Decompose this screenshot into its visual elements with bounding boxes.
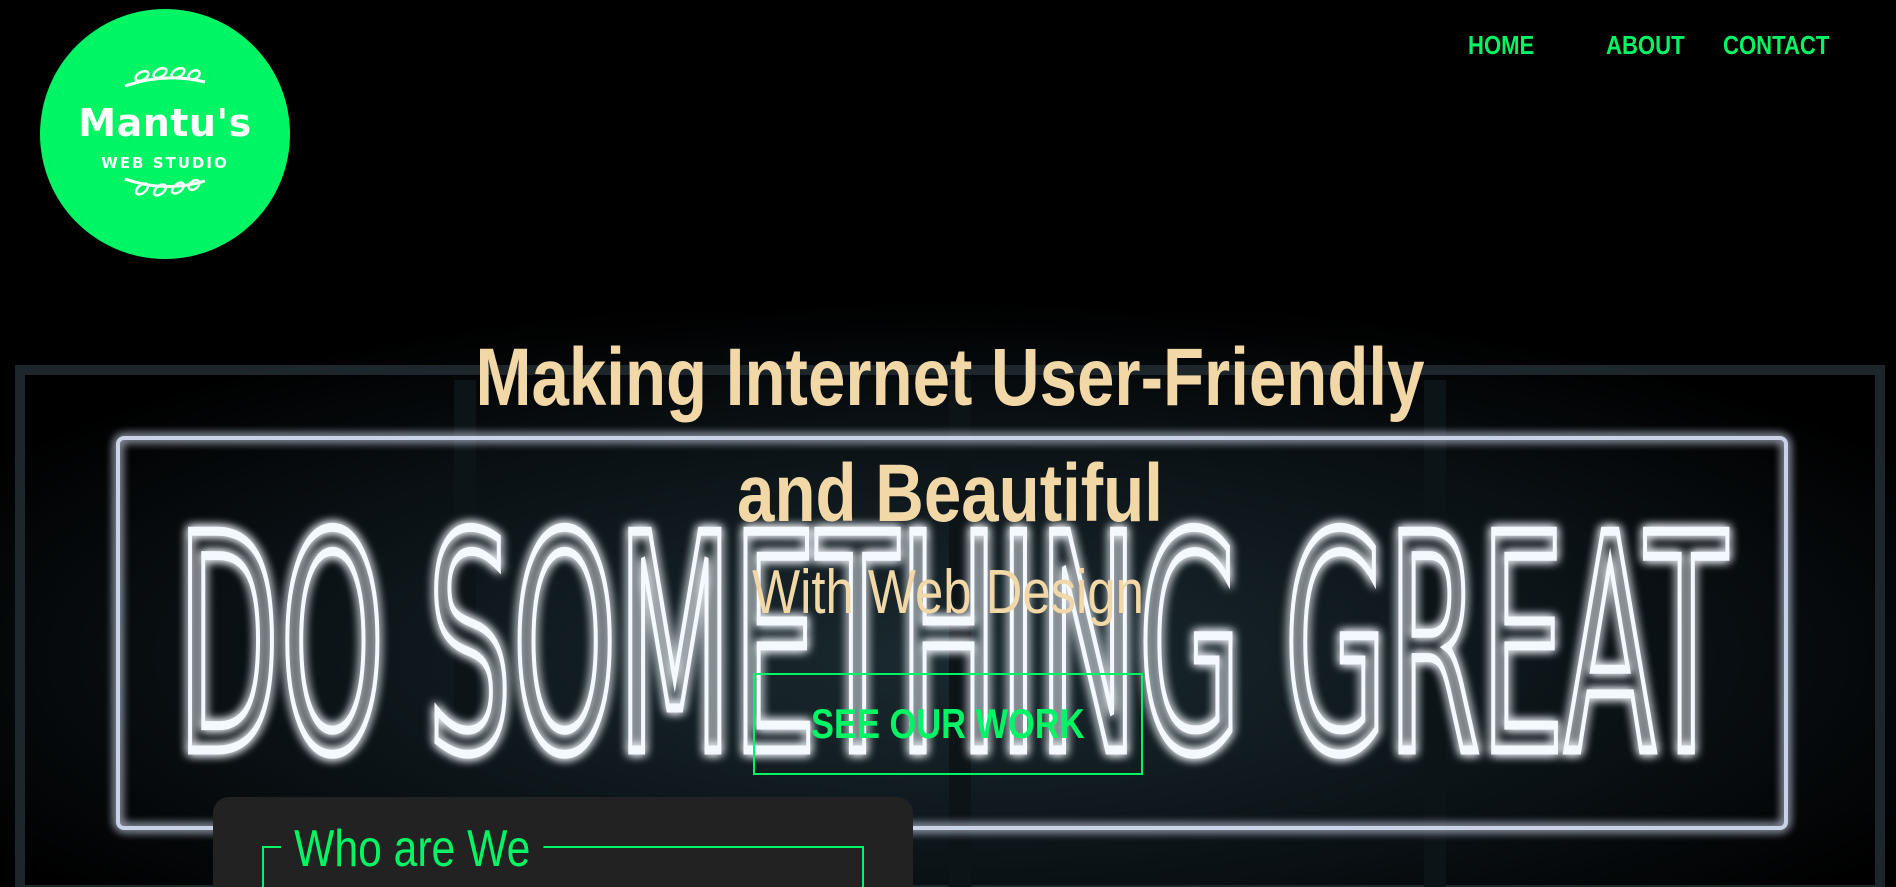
logo-brand-name: Mantu's — [78, 101, 252, 145]
see-our-work-button[interactable]: SEE OUR WORK — [753, 673, 1143, 775]
logo[interactable]: Mantu's WEB STUDIO — [40, 9, 290, 259]
see-our-work-label: SEE OUR WORK — [811, 700, 1085, 747]
leaf-ornament-icon — [124, 66, 206, 88]
hero-title: Making Internet User-Friendly and Beauti… — [475, 332, 1425, 539]
nav-contact-link[interactable]: CONTACT — [1723, 30, 1829, 61]
hero-subtitle: With Web Design — [752, 558, 1144, 627]
nav-home-link[interactable]: HOME — [1468, 30, 1534, 61]
page: DO SOMETHING GREAT Mantu's WEB STUDIO HO… — [0, 0, 1896, 887]
nav-about-link[interactable]: ABOUT — [1606, 30, 1685, 61]
about-card: Who are We — [213, 797, 913, 887]
main-nav: HOME ABOUT CONTACT — [1468, 30, 1848, 61]
about-card-title: Who are We — [281, 819, 544, 879]
leaf-ornament-icon — [124, 177, 206, 197]
